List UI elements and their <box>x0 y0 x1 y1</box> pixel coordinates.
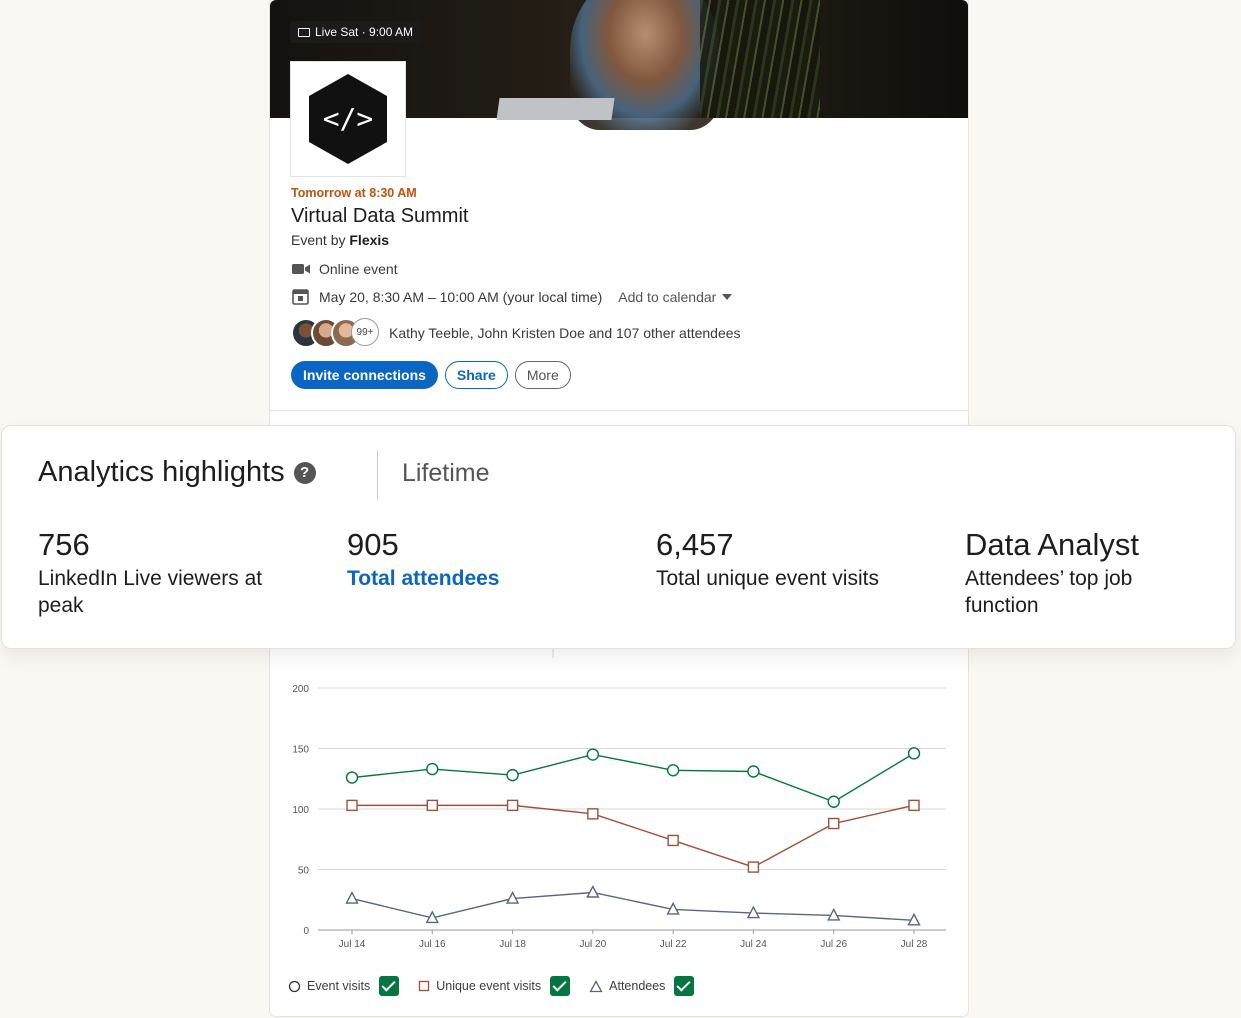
stat-value: 905 <box>347 527 399 562</box>
x-tick-label: Jul 22 <box>660 939 687 950</box>
y-tick-label: 200 <box>292 684 309 695</box>
event-datetime: May 20, 8:30 AM – 10:00 AM (your local t… <box>319 289 603 305</box>
point-unique-event-visits <box>828 817 840 830</box>
stat-total-attendees: 905 Total attendees <box>347 527 607 592</box>
event-date-row: May 20, 8:30 AM – 10:00 AM (your local t… <box>291 289 733 305</box>
total-attendees-link[interactable]: Total attendees <box>347 565 607 592</box>
x-tick-label: Jul 14 <box>339 939 366 950</box>
triangle-marker-icon <box>589 979 603 992</box>
stat-live-viewers: 756 LinkedIn Live viewers at peak <box>38 527 268 619</box>
legend-label: Attendees <box>609 979 666 993</box>
event-location: Online event <box>319 261 398 277</box>
point-event-visits <box>827 795 840 808</box>
point-unique-event-visits <box>346 799 358 812</box>
stat-label: Total unique event visits <box>656 567 879 590</box>
legend-checkbox-event-visits[interactable] <box>379 976 400 996</box>
more-button[interactable]: More <box>514 361 571 389</box>
y-tick-label: 0 <box>303 926 309 937</box>
point-event-visits <box>506 768 519 782</box>
banner-laptop <box>496 98 615 120</box>
stat-value: Data Analyst <box>965 527 1140 562</box>
point-event-visits <box>345 771 359 784</box>
point-unique-event-visits <box>908 799 920 812</box>
point-attendees <box>586 884 600 898</box>
event-location-row: Online event <box>291 261 398 277</box>
y-tick-label: 50 <box>298 866 310 877</box>
y-tick-label: 100 <box>292 805 309 816</box>
stat-top-job-function: Data Analyst Attendees’ top job function <box>965 527 1195 619</box>
banner-plant <box>700 0 820 118</box>
chart-legend: Event visits Unique event visits Attende… <box>288 976 713 996</box>
analytics-title-text: Analytics highlights <box>38 456 285 488</box>
point-unique-event-visits <box>426 799 438 812</box>
legend-label: Unique event visits <box>436 979 542 993</box>
live-badge-text: Live Sat · 9:00 AM <box>315 25 414 39</box>
logo-text: </> <box>323 102 374 135</box>
x-tick-label: Jul 20 <box>580 939 607 950</box>
live-badge: Live Sat · 9:00 AM <box>290 21 422 43</box>
point-unique-event-visits <box>667 834 679 847</box>
event-time-label: Tomorrow at 8:30 AM <box>291 186 417 200</box>
x-tick-label: Jul 28 <box>901 939 928 950</box>
event-byline: Event by Flexis <box>291 232 389 248</box>
chart-card: 0 50 100 150 200 Jul 14 Jul 16 Jul 18 Jul 20 Jul … <box>270 630 968 1016</box>
point-event-visits <box>426 762 439 776</box>
x-tick-label: Jul 26 <box>820 939 847 950</box>
card-divider <box>270 410 968 411</box>
stat-unique-visits: 6,457 Total unique event visits <box>656 527 926 592</box>
point-event-visits <box>586 748 600 761</box>
video-icon <box>292 264 310 274</box>
point-unique-event-visits <box>587 808 599 820</box>
vertical-divider <box>377 450 378 500</box>
video-camera-icon <box>298 27 310 37</box>
avatar-more-count: 99+ <box>351 318 379 346</box>
period-selector[interactable]: Lifetime <box>402 459 490 488</box>
event-actions: Invite connections Share More <box>291 361 571 389</box>
organizer-link[interactable]: Flexis <box>349 232 389 248</box>
legend-event-visits[interactable]: Event visits <box>288 976 400 996</box>
invite-connections-button[interactable]: Invite connections <box>291 361 438 389</box>
attendees-row[interactable]: 99+ Kathy Teeble, John Kristen Doe and 1… <box>291 318 741 348</box>
series-line-unique-event-visits <box>352 804 915 868</box>
point-event-visits <box>747 765 760 778</box>
point-unique-event-visits <box>506 799 519 812</box>
line-chart: 0 50 100 150 200 Jul 14 Jul 16 Jul 18 Jul 20 Jul … <box>292 648 946 950</box>
point-event-visits <box>907 747 921 760</box>
series-line-event-visits <box>351 752 915 803</box>
x-tick-label: Jul 18 <box>499 939 526 950</box>
calendar-icon <box>292 289 309 305</box>
event-logo[interactable]: </> <box>290 61 406 177</box>
analytics-title: Analytics highlights ? <box>38 456 316 489</box>
y-tick-label: 150 <box>292 745 309 756</box>
attendees-text: Kathy Teeble, John Kristen Doe and 107 o… <box>389 325 741 341</box>
legend-checkbox-attendees[interactable] <box>674 976 695 996</box>
x-tick-label: Jul 24 <box>740 939 767 950</box>
stat-value: 756 <box>38 527 90 562</box>
stat-label: LinkedIn Live viewers at peak <box>38 567 263 617</box>
byline-prefix: Event by <box>291 232 346 248</box>
attendee-avatars: 99+ <box>291 318 379 348</box>
code-hexagon-logo-icon: </> <box>309 74 387 164</box>
x-tick-label: Jul 16 <box>419 939 446 950</box>
add-to-calendar-label: Add to calendar <box>618 289 717 305</box>
stat-label: Attendees’ top job function <box>965 567 1133 617</box>
point-event-visits <box>666 764 680 777</box>
legend-unique-event-visits[interactable]: Unique event visits <box>418 976 571 996</box>
legend-attendees[interactable]: Attendees <box>589 976 695 996</box>
analytics-highlights-panel: Analytics highlights ? Lifetime 756 Link… <box>1 425 1236 649</box>
stat-value: 6,457 <box>656 527 734 562</box>
caret-down-icon <box>722 294 733 300</box>
share-button[interactable]: Share <box>444 361 508 389</box>
add-to-calendar-button[interactable]: Add to calendar <box>618 289 733 305</box>
event-title[interactable]: Virtual Data Summit <box>291 205 468 228</box>
legend-checkbox-unique-event-visits[interactable] <box>550 976 571 996</box>
point-attendees <box>345 891 359 904</box>
help-icon[interactable]: ? <box>293 461 316 484</box>
circle-marker-icon <box>288 980 301 992</box>
point-unique-event-visits <box>747 861 760 873</box>
square-marker-icon <box>419 980 430 992</box>
legend-label: Event visits <box>307 979 371 993</box>
